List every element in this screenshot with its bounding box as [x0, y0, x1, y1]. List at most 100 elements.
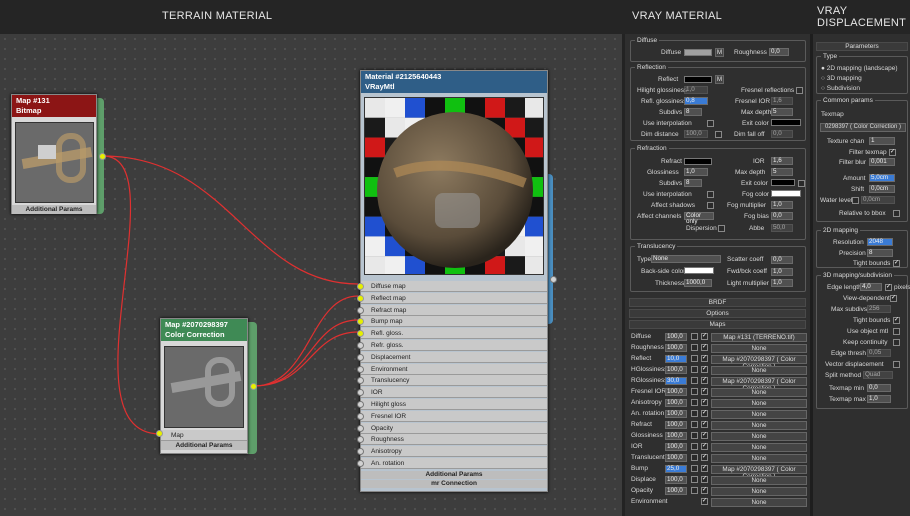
- brdf-rollout[interactable]: BRDF: [629, 298, 806, 307]
- material-mr-connection[interactable]: mr Connection: [361, 480, 547, 488]
- material-slot-socket[interactable]: [357, 401, 364, 408]
- diffuse-swatch[interactable]: [684, 49, 712, 56]
- map-row-map-button[interactable]: None: [711, 487, 807, 496]
- vector-displacement-checkbox[interactable]: [893, 361, 900, 368]
- map-row-enable-checkbox[interactable]: ✓: [701, 399, 708, 406]
- color-correction-node[interactable]: Map #2070298397 Color Correction Map Add…: [160, 318, 248, 454]
- map-row-enable-checkbox[interactable]: ✓: [701, 410, 708, 417]
- map-row-map-button[interactable]: None: [711, 421, 807, 430]
- affect-shadows-checkbox[interactable]: [707, 202, 714, 209]
- map-row-amount[interactable]: 10,0: [665, 355, 687, 363]
- map-row-amount[interactable]: 25,0: [665, 465, 687, 473]
- map-row-enable-checkbox[interactable]: ✓: [701, 377, 708, 384]
- reflect-map-button[interactable]: M: [715, 75, 724, 84]
- map-row-amount-spinner-arrow[interactable]: [691, 432, 698, 439]
- max-depth-spinner[interactable]: 5: [771, 108, 793, 116]
- fog-multiplier-spinner[interactable]: 1,0: [771, 201, 793, 209]
- map-row-amount-spinner-arrow[interactable]: [691, 399, 698, 406]
- material-slot[interactable]: Translucency: [361, 375, 547, 387]
- map-row-amount-spinner-arrow[interactable]: [691, 476, 698, 483]
- filter-texmap-checkbox[interactable]: ✓: [889, 149, 896, 156]
- map-row-amount-spinner-arrow[interactable]: [691, 465, 698, 472]
- fresnel-reflections-checkbox[interactable]: [796, 87, 803, 94]
- texmap-min-spinner[interactable]: 0,0: [867, 384, 891, 392]
- vray-material-node[interactable]: Material #2125640443 VRayMtl Diffuse map…: [357, 70, 548, 492]
- edge-thresh-spinner[interactable]: 0,05: [867, 349, 891, 357]
- amount-spinner[interactable]: 5,0cm: [869, 174, 895, 182]
- use-interpolation-checkbox[interactable]: [707, 120, 714, 127]
- map-row-map-button[interactable]: None: [711, 399, 807, 408]
- map-row-amount[interactable]: 100,0: [665, 476, 687, 484]
- material-slot-socket[interactable]: [357, 306, 364, 314]
- cc-output-socket[interactable]: [250, 383, 257, 390]
- affect-channels-dropdown[interactable]: Color only: [684, 212, 714, 225]
- split-method-dropdown[interactable]: Quad: [863, 371, 893, 379]
- map-row-map-button[interactable]: None: [711, 454, 807, 463]
- map-row-enable-checkbox[interactable]: ✓: [701, 487, 708, 494]
- fwd-bck-coeff-spinner[interactable]: 1,0: [771, 268, 793, 276]
- map-row-amount-spinner-arrow[interactable]: [691, 377, 698, 384]
- bitmap-output-socket[interactable]: [99, 153, 106, 160]
- texmap-max-spinner[interactable]: 1,0: [867, 395, 891, 403]
- hilight-glossiness-spinner[interactable]: 1,0: [684, 86, 708, 94]
- map-row-map-button[interactable]: Map #2070298397 ( Color Correction ): [711, 355, 807, 370]
- map-row-enable-checkbox[interactable]: ✓: [701, 388, 708, 395]
- backside-color-swatch[interactable]: [684, 267, 714, 274]
- material-additional-params[interactable]: Additional Params: [361, 471, 547, 479]
- texmap-button[interactable]: 0298397 ( Color Correction ): [820, 123, 906, 132]
- refr-use-interpolation-checkbox[interactable]: [707, 191, 714, 198]
- map-row-amount[interactable]: 100,0: [665, 388, 687, 396]
- material-slot[interactable]: Refr. gloss.: [361, 340, 547, 351]
- ior-spinner[interactable]: 1,6: [771, 157, 793, 165]
- fresnel-ior-spinner[interactable]: 1,6: [771, 97, 793, 105]
- material-slot-socket[interactable]: [357, 460, 364, 467]
- map-row-enable-checkbox[interactable]: ✓: [701, 454, 708, 461]
- map-row-amount[interactable]: 100,0: [665, 443, 687, 451]
- dim-falloff-spinner[interactable]: 0,0: [771, 130, 793, 138]
- material-slot[interactable]: Roughness: [361, 434, 547, 446]
- refract-swatch[interactable]: [684, 158, 712, 165]
- map-row-amount[interactable]: 100,0: [665, 432, 687, 440]
- map-row-enable-checkbox[interactable]: ✓: [701, 498, 708, 505]
- material-slot[interactable]: Diffuse map: [361, 281, 547, 292]
- material-slot-socket[interactable]: [357, 412, 364, 420]
- map-row-amount-spinner-arrow[interactable]: [691, 410, 698, 417]
- map-row-map-button[interactable]: None: [711, 498, 807, 507]
- map-row-amount[interactable]: 100,0: [665, 454, 687, 462]
- bitmap-node[interactable]: Map #131 Bitmap Additional Params: [11, 94, 97, 214]
- keep-continuity-checkbox[interactable]: [893, 339, 900, 346]
- map-row-amount[interactable]: 100,0: [665, 366, 687, 374]
- scatter-coeff-spinner[interactable]: 0,0: [771, 256, 793, 264]
- resolution-spinner[interactable]: 2048: [867, 238, 893, 246]
- max-subdivs-spinner[interactable]: 256: [867, 305, 891, 313]
- material-slot[interactable]: An. rotation: [361, 458, 547, 469]
- abbe-spinner[interactable]: 50,0: [771, 224, 793, 232]
- map-row-amount-spinner-arrow[interactable]: [691, 333, 698, 340]
- thickness-spinner[interactable]: 1000,0: [684, 279, 712, 287]
- map-row-map-button[interactable]: Map #131 (TERRENO.tif): [711, 333, 807, 342]
- material-slot[interactable]: Bump map: [361, 316, 547, 328]
- bitmap-additional-params[interactable]: Additional Params: [12, 205, 96, 214]
- diffuse-map-button[interactable]: M: [715, 48, 724, 57]
- water-level-checkbox[interactable]: [852, 197, 859, 204]
- map-row-amount-spinner-arrow[interactable]: [691, 388, 698, 395]
- dispersion-checkbox[interactable]: [718, 225, 725, 232]
- material-slot-socket[interactable]: [357, 353, 364, 361]
- map-row-enable-checkbox[interactable]: ✓: [701, 432, 708, 439]
- light-multiplier-spinner[interactable]: 1,0: [771, 279, 793, 287]
- use-object-mtl-checkbox[interactable]: [893, 328, 900, 335]
- dim-distance-spinner[interactable]: 100,0: [684, 130, 708, 138]
- map-row-map-button[interactable]: None: [711, 432, 807, 441]
- map-row-amount[interactable]: 100,0: [665, 344, 687, 352]
- refr-exit-color-swatch[interactable]: [771, 179, 795, 186]
- texture-channel-spinner[interactable]: 1: [869, 137, 895, 145]
- material-slot-socket[interactable]: [357, 342, 364, 349]
- map-row-map-button[interactable]: Map #2070298397 ( Color Correction ): [711, 377, 807, 392]
- map-row-amount[interactable]: 100,0: [665, 333, 687, 341]
- map-row-map-button[interactable]: None: [711, 366, 807, 375]
- water-level-spinner[interactable]: 0,0cm: [861, 196, 895, 204]
- map-row-enable-checkbox[interactable]: ✓: [701, 344, 708, 351]
- material-slot[interactable]: Environment: [361, 363, 547, 375]
- map-row-amount-spinner-arrow[interactable]: [691, 355, 698, 362]
- map-row-amount-spinner-arrow[interactable]: [691, 454, 698, 461]
